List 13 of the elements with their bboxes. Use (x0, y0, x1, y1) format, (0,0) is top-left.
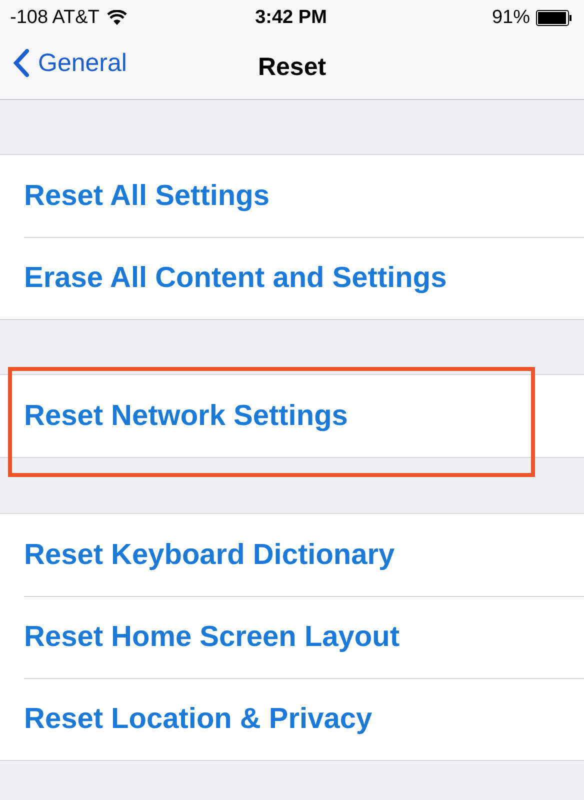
reset-option[interactable]: Reset Keyboard Dictionary (24, 538, 395, 572)
battery-percent: 91% (492, 6, 530, 28)
clock-time: 3:42 PM (255, 6, 327, 28)
back-button[interactable]: General (12, 48, 127, 78)
reset-option[interactable]: Reset All Settings (24, 180, 270, 212)
screen-title: Reset (258, 52, 326, 82)
reset-option[interactable]: Erase All Content and Settings (24, 262, 447, 294)
battery-icon (536, 10, 572, 26)
reset-option[interactable]: Reset Home Screen Layout (24, 620, 400, 654)
wifi-icon (107, 10, 128, 26)
back-chevron-icon (12, 48, 30, 78)
reset-option[interactable]: Reset Location & Privacy (24, 702, 372, 736)
carrier-name: -108 AT&T (10, 6, 100, 28)
